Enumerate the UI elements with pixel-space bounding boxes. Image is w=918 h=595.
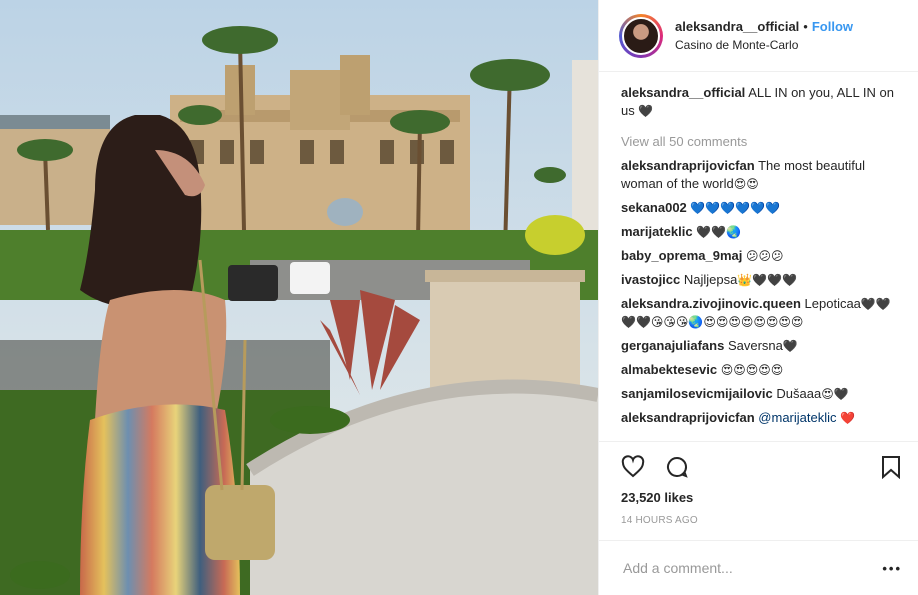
caption-emoji: 🖤 bbox=[638, 104, 654, 118]
comment-emoji: 🖤🖤🌏 bbox=[696, 225, 741, 239]
comment-username[interactable]: almabektesevic bbox=[621, 362, 717, 377]
comment-emoji: 💙💙💙💙💙💙 bbox=[690, 201, 781, 215]
comment-mention-link[interactable]: @marijateklic bbox=[758, 410, 836, 425]
photo-illustration bbox=[0, 0, 598, 595]
post-actions: 23,520 likes 14 HOURS AGO bbox=[599, 441, 918, 540]
comment-item: gerganajuliafans Saversna🖤 bbox=[621, 337, 902, 355]
comments-list: aleksandra__official ALL IN on you, ALL … bbox=[599, 72, 918, 441]
comment-username[interactable]: aleksandraprijovicfan bbox=[621, 158, 755, 173]
avatar-image bbox=[622, 16, 660, 55]
comment-item: sanjamilosevicmijailovic Dušaaa😍🖤 bbox=[621, 385, 902, 403]
add-comment-bar: ••• bbox=[599, 540, 918, 595]
comment-username[interactable]: marijateklic bbox=[621, 224, 693, 239]
comment-text: Saversna bbox=[727, 338, 783, 353]
comment-emoji: ❤️ bbox=[840, 411, 856, 425]
comment-item: marijateklic 🖤🖤🌏 bbox=[621, 223, 902, 241]
follow-button[interactable]: Follow bbox=[812, 19, 853, 34]
avatar[interactable] bbox=[619, 13, 663, 58]
post-timestamp: 14 HOURS AGO bbox=[621, 515, 698, 526]
caption-username[interactable]: aleksandra__official bbox=[621, 85, 745, 100]
comment-text: Najljepsa bbox=[683, 272, 738, 287]
comment-item: aleksandraprijovicfan @marijateklic ❤️ bbox=[621, 409, 902, 427]
comment-item: almabektesevic 😍😍😍😍😍 bbox=[621, 361, 902, 379]
comment-entries: aleksandraprijovicfan The most beautiful… bbox=[621, 157, 902, 427]
caption: aleksandra__official ALL IN on you, ALL … bbox=[621, 84, 902, 120]
comment-emoji: 😍😍 bbox=[733, 177, 759, 191]
comment-item: sekana002 💙💙💙💙💙💙 bbox=[621, 199, 902, 217]
bookmark-icon[interactable] bbox=[880, 455, 902, 482]
comment-username[interactable]: sekana002 bbox=[621, 200, 687, 215]
likes-count[interactable]: 23,520 likes bbox=[621, 490, 902, 505]
location-link[interactable]: Casino de Monte-Carlo bbox=[675, 36, 853, 54]
comment-emoji: 😍🖤 bbox=[821, 387, 849, 401]
comment-emoji: 🖤 bbox=[782, 339, 798, 353]
comment-item: aleksandra.zivojinovic.queen Lepoticaa🖤🖤… bbox=[621, 295, 902, 331]
post-sidebar: aleksandra__official • Follow Casino de Mo… bbox=[598, 0, 918, 595]
header-username[interactable]: aleksandra__official bbox=[675, 19, 799, 34]
add-comment-input[interactable] bbox=[621, 559, 883, 577]
comment-username[interactable]: ivastojicc bbox=[621, 272, 680, 287]
comment-username[interactable]: aleksandra.zivojinovic.queen bbox=[621, 296, 801, 311]
view-all-comments-link[interactable]: View all 50 comments bbox=[621, 134, 902, 149]
comment-username[interactable]: gerganajuliafans bbox=[621, 338, 724, 353]
comment-text: Dušaaa bbox=[776, 386, 822, 401]
comment-item: baby_oprema_9maj 😕😕😕 bbox=[621, 247, 902, 265]
comment-icon[interactable] bbox=[665, 455, 689, 482]
comment-text: Lepoticaa bbox=[804, 296, 861, 311]
comment-item: aleksandraprijovicfan The most beautiful… bbox=[621, 157, 902, 193]
comment-username[interactable]: aleksandraprijovicfan bbox=[621, 410, 755, 425]
more-options-icon[interactable]: ••• bbox=[882, 561, 902, 576]
comment-username[interactable]: baby_oprema_9maj bbox=[621, 248, 742, 263]
separator-dot: • bbox=[803, 18, 808, 34]
comment-item: ivastojicc Najljepsa👑🖤🖤🖤 bbox=[621, 271, 902, 289]
comment-emoji: 👑🖤🖤🖤 bbox=[737, 273, 798, 287]
comment-emoji: 😕😕😕 bbox=[746, 249, 784, 263]
action-bar bbox=[621, 448, 902, 488]
comment-emoji: 😍😍😍😍😍 bbox=[720, 363, 784, 377]
header-text: aleksandra__official • Follow Casino de Mo… bbox=[675, 18, 853, 54]
comment-username[interactable]: sanjamilosevicmijailovic bbox=[621, 386, 773, 401]
heart-icon[interactable] bbox=[621, 454, 645, 482]
post-photo[interactable] bbox=[0, 0, 598, 595]
post-header: aleksandra__official • Follow Casino de Mo… bbox=[599, 0, 918, 72]
